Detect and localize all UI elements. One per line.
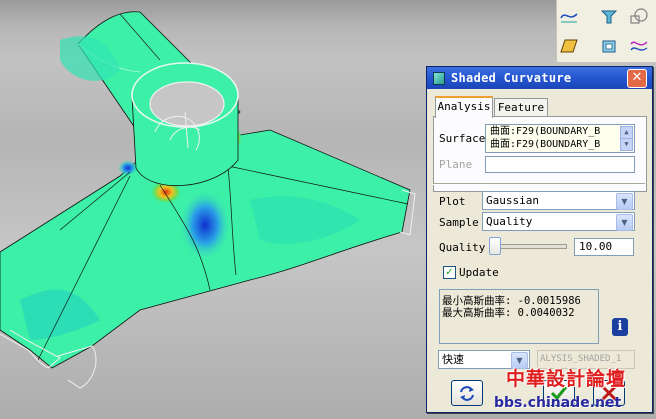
shaded-curvature-icon	[433, 72, 445, 85]
curve-analysis-icon[interactable]	[557, 5, 581, 27]
chevron-down-icon[interactable]: ▼	[616, 193, 633, 210]
chevron-down-icon[interactable]: ▼	[616, 214, 633, 231]
tab-analysis[interactable]: Analysis	[435, 96, 493, 118]
draft-analysis-icon[interactable]	[597, 5, 621, 27]
results-box: 最小高斯曲率: -0.0015986 最大高斯曲率: 0.0040032	[439, 289, 599, 344]
plot-select[interactable]: Gaussian ▼	[482, 191, 635, 210]
quality-input[interactable]: 10.00	[574, 238, 634, 256]
tab-feature[interactable]: Feature	[494, 98, 548, 117]
analysis-toolbar	[556, 0, 656, 62]
repaint-arrows-icon	[460, 386, 474, 401]
divider	[433, 183, 645, 185]
update-checkbox[interactable]: ✓	[443, 266, 456, 279]
watermark-url: bbs.chinade.net	[494, 395, 622, 411]
plot-label: Plot	[439, 195, 466, 208]
section-analysis-icon[interactable]	[627, 5, 651, 27]
plane-field[interactable]	[485, 156, 635, 173]
dialog-title-bar[interactable]: Shaded Curvature ✕	[427, 67, 652, 89]
shaded-curvature-dialog: Shaded Curvature ✕ Analysis Feature Surf…	[426, 66, 653, 413]
sample-label: Sample	[439, 216, 479, 229]
scroll-down-icon[interactable]: ▼	[620, 138, 633, 151]
sample-select[interactable]: Quality ▼	[482, 212, 635, 231]
plot-value: Gaussian	[486, 194, 539, 207]
curvature-graph-icon[interactable]	[627, 35, 651, 57]
max-curvature-text: 最大高斯曲率: 0.0040032	[442, 307, 575, 319]
surface-label: Surface	[439, 132, 486, 145]
shaded-box-icon[interactable]	[597, 35, 621, 57]
quality-slider-thumb[interactable]	[489, 237, 501, 255]
plane-label: Plane	[439, 158, 473, 171]
plane-analysis-icon[interactable]	[557, 35, 581, 57]
surface-list-item[interactable]: 曲面:F29(BOUNDARY_B	[490, 125, 614, 138]
mode-value: 快速	[442, 353, 464, 366]
close-button[interactable]: ✕	[627, 69, 647, 88]
watermark-title: 中華設計論壇	[506, 368, 627, 390]
surface-collector[interactable]: 曲面:F29(BOUNDARY_B 曲面:F29(BOUNDARY_B ▲ ▼	[485, 124, 635, 153]
surface-list-item[interactable]: 曲面:F29(BOUNDARY_B	[490, 138, 614, 151]
repaint-button[interactable]	[451, 380, 483, 406]
update-label: Update	[459, 266, 499, 279]
info-icon[interactable]: i	[612, 318, 628, 336]
sample-value: Quality	[486, 215, 533, 228]
quality-label: Quality	[439, 241, 486, 254]
dialog-title: Shaded Curvature	[451, 71, 572, 85]
